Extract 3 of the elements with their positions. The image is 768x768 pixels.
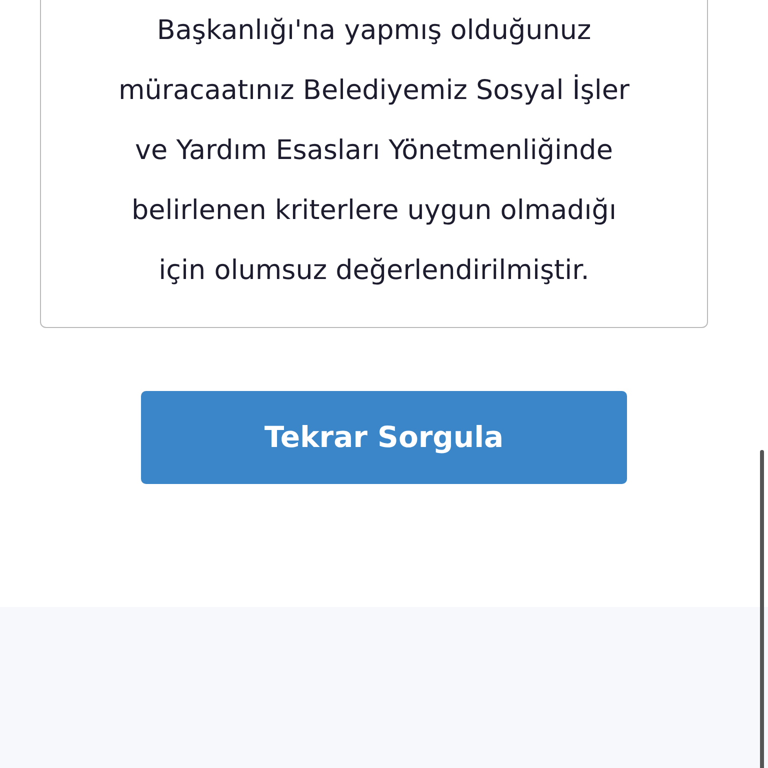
scrollbar[interactable] [760, 450, 764, 768]
message-text: Başkanlığı'na yapmış olduğunuz müracaatınız Belediyemiz Sosyal İşler ve Yardım Esasları Yönetmenliğinde belirlenen kriterlere uygun olmadığı için olumsuz değerlendirilmiştir. [117, 14, 631, 288]
retry-button[interactable]: Tekrar Sorgula [141, 391, 627, 484]
